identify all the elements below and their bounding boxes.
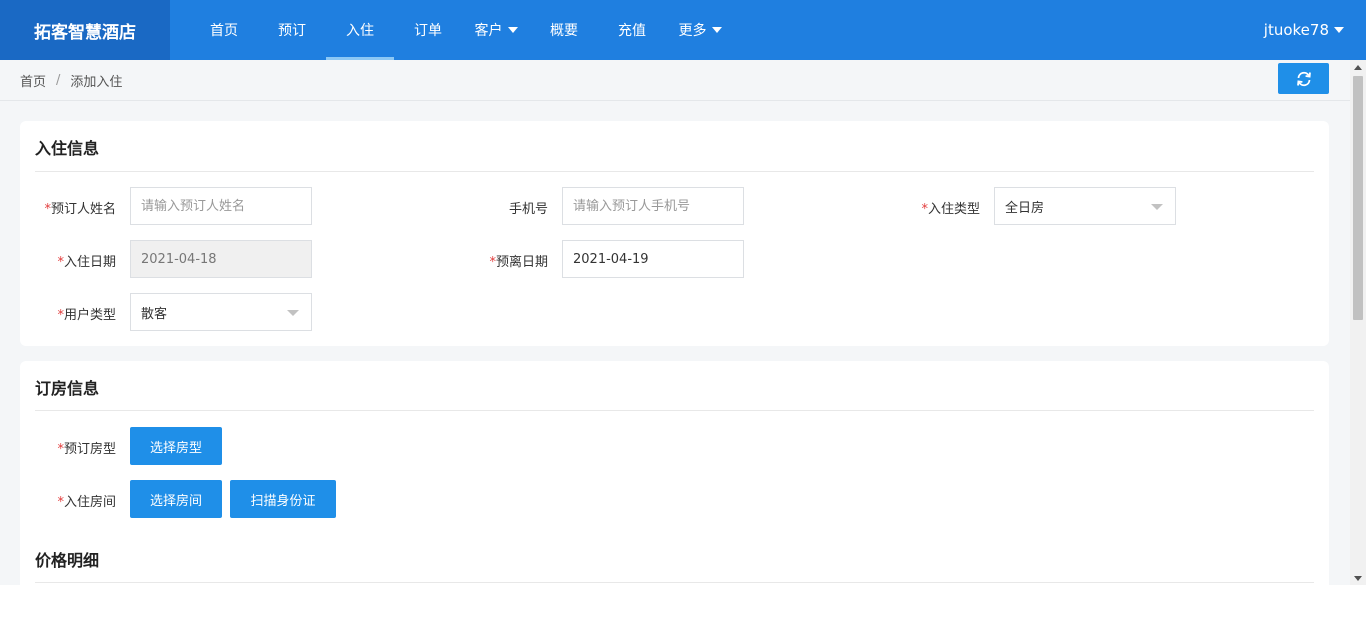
nav-home[interactable]: 首页 — [190, 0, 258, 60]
departure-date-label: *预离日期 — [489, 255, 548, 270]
nav-overview[interactable]: 概要 — [530, 0, 598, 60]
user-type-label: *用户类型 — [57, 308, 116, 323]
main-content: 入住信息 *预订人姓名 手机号 *入住类型 全日房 *入住日期 *预离日期 *用… — [0, 101, 1350, 585]
nav-customers-label: 客户 — [474, 23, 503, 39]
username: jtuoke78 — [1263, 21, 1329, 39]
booker-name-label: *预订人姓名 — [44, 202, 116, 217]
breadcrumb-bar: 首页 / 添加入住 — [0, 60, 1350, 101]
divider — [35, 171, 1314, 172]
divider — [35, 582, 1314, 583]
user-type-value: 散客 — [141, 306, 168, 322]
checkin-type-label: *入住类型 — [921, 202, 980, 217]
app-logo[interactable]: 拓客智慧酒店 — [0, 0, 170, 60]
room-type-label: *预订房型 — [57, 442, 116, 457]
checkin-date-label: *入住日期 — [57, 255, 116, 270]
nav-recharge[interactable]: 充值 — [598, 0, 666, 60]
checkin-info-card: 入住信息 *预订人姓名 手机号 *入住类型 全日房 *入住日期 *预离日期 *用… — [20, 121, 1329, 346]
caret-down-icon — [1334, 27, 1344, 33]
select-room-type-button[interactable]: 选择房型 — [130, 427, 222, 465]
arrow-up-icon — [1354, 64, 1362, 70]
page-scrollbar[interactable] — [1350, 60, 1366, 585]
nav-more[interactable]: 更多 — [666, 0, 734, 60]
nav-more-label: 更多 — [678, 23, 707, 39]
user-type-select[interactable]: 散客 — [130, 293, 312, 331]
departure-date-input[interactable] — [562, 240, 744, 278]
arrow-down-icon — [1354, 575, 1362, 581]
caret-down-icon — [1151, 204, 1163, 210]
phone-input[interactable] — [562, 187, 744, 225]
room-info-card: 订房信息 *预订房型 选择房型 *入住房间 选择房间 扫描身份证 价格明细 — [20, 361, 1329, 585]
scroll-down-arrow[interactable] — [1350, 571, 1366, 585]
nav-booking[interactable]: 预订 — [258, 0, 326, 60]
scan-id-card-button[interactable]: 扫描身份证 — [230, 480, 336, 518]
breadcrumb-current: 添加入住 — [70, 74, 123, 90]
user-menu[interactable]: jtuoke78 — [1264, 0, 1344, 60]
select-room-button[interactable]: 选择房间 — [130, 480, 222, 518]
nav-orders[interactable]: 订单 — [394, 0, 462, 60]
scroll-up-arrow[interactable] — [1350, 60, 1366, 74]
refresh-button[interactable] — [1278, 63, 1329, 94]
caret-down-icon — [287, 310, 299, 316]
divider — [35, 410, 1314, 411]
breadcrumb-separator: / — [56, 72, 61, 88]
nav-customers[interactable]: 客户 — [462, 0, 530, 60]
top-navbar: 拓客智慧酒店 首页 预订 入住 订单 客户 概要 充值 更多 jtuoke78 — [0, 0, 1366, 60]
phone-label: 手机号 — [508, 202, 548, 217]
refresh-icon — [1296, 71, 1311, 86]
checkin-type-select[interactable]: 全日房 — [994, 187, 1176, 225]
caret-down-icon — [711, 27, 722, 33]
booker-name-input[interactable] — [130, 187, 312, 225]
caret-down-icon — [507, 27, 518, 33]
checkin-info-title: 入住信息 — [35, 139, 100, 158]
nav-checkin[interactable]: 入住 — [326, 0, 394, 60]
price-detail-title: 价格明细 — [35, 551, 100, 570]
breadcrumb-home[interactable]: 首页 — [20, 71, 46, 90]
room-label: *入住房间 — [57, 495, 116, 510]
checkin-type-value: 全日房 — [1005, 200, 1045, 216]
main-nav: 首页 预订 入住 订单 客户 概要 充值 更多 — [190, 0, 734, 60]
checkin-date-input — [130, 240, 312, 278]
scrollbar-thumb[interactable] — [1353, 76, 1363, 320]
breadcrumb: 首页 / 添加入住 — [20, 60, 122, 100]
room-info-title: 订房信息 — [35, 379, 100, 398]
